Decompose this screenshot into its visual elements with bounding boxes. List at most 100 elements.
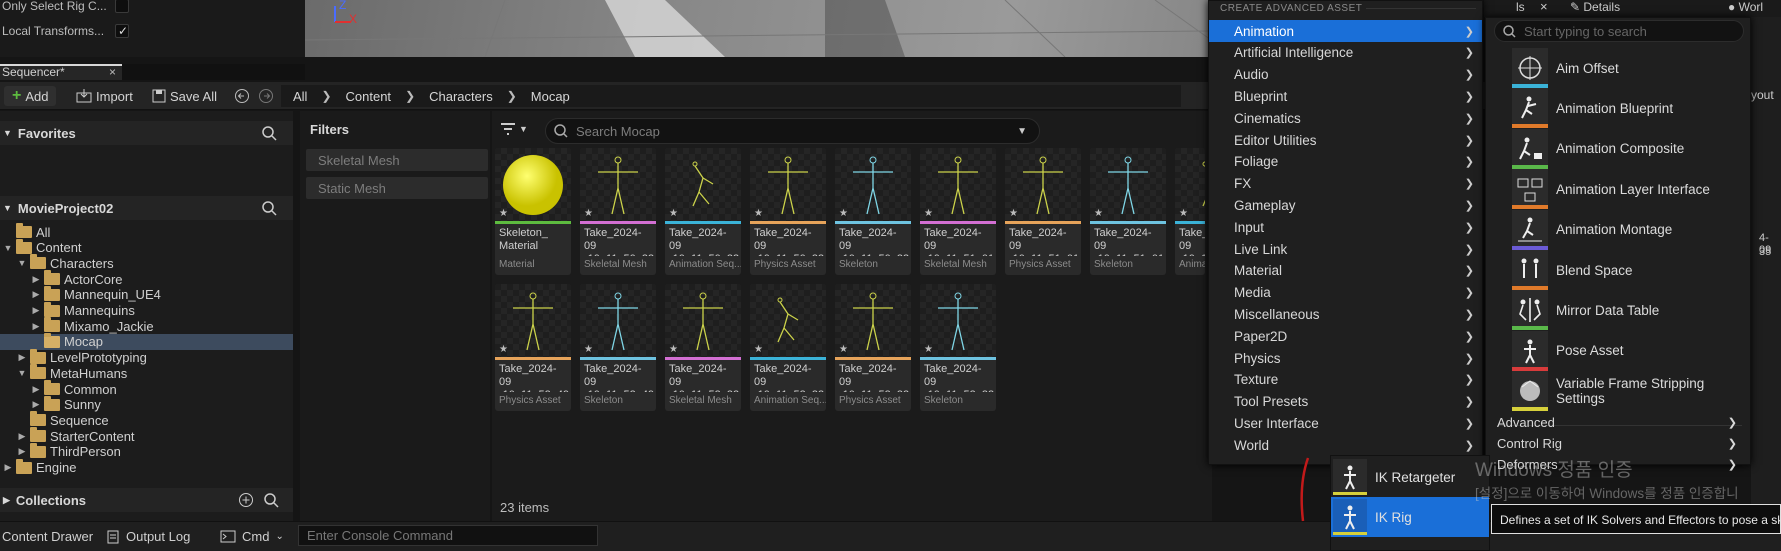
asset-tile[interactable]: ★ Take_2024-09-10_11_53_32 Skeletal Mesh [665,284,741,411]
menu-item-media[interactable]: Media ❯ [1209,282,1482,304]
menu-item-audio[interactable]: Audio ❯ [1209,64,1482,86]
menu-item-artificial-intelligence[interactable]: Artificial Intelligence ❯ [1209,42,1482,64]
menu-item-animation[interactable]: Animation ❯ [1209,20,1482,42]
asset-tile[interactable]: ★ Skeleton_ Material Material [495,148,571,275]
chevron-right-icon[interactable]: ▶ [16,431,28,442]
menu-item-live-link[interactable]: Live Link ❯ [1209,238,1482,260]
only-select-checkbox[interactable] [115,0,129,13]
asset-tile[interactable]: ★ Take_2024-09-10_11_50_33 Physics Asset [750,148,826,275]
back-icon[interactable] [234,88,250,104]
star-icon[interactable]: ★ [754,208,763,219]
asset-tile[interactable]: ★ Take_2024-09-10_11_51_01 Physics Asset [1005,148,1081,275]
submenu-item-blend-space[interactable]: Blend Space [1512,250,1752,290]
menu-item-input[interactable]: Input ❯ [1209,216,1482,238]
tree-item-thirdperson[interactable]: ▶ ThirdPerson [0,442,293,460]
menu-item-physics[interactable]: Physics ❯ [1209,347,1482,369]
submenu-search-input[interactable]: Start typing to search [1494,20,1744,42]
menu-item-miscellaneous[interactable]: Miscellaneous ❯ [1209,303,1482,325]
search-icon[interactable] [262,201,277,216]
content-drawer-button[interactable]: Content Drawer [2,529,93,544]
star-icon[interactable]: ★ [584,208,593,219]
collections-header[interactable]: ▶ Collections [0,488,293,512]
asset-tile[interactable]: ★ Take_2024-09-10_11_50_33 Skeleton [835,148,911,275]
menu-item-blueprint[interactable]: Blueprint ❯ [1209,85,1482,107]
star-icon[interactable]: ★ [839,344,848,355]
tree-item-characters[interactable]: ▼ Characters [0,254,293,271]
breadcrumb-mocap[interactable]: Mocap [531,89,570,104]
filter-static-mesh[interactable]: Static Mesh [306,177,488,199]
chevron-right-icon[interactable]: ▶ [30,289,42,300]
chevron-right-icon[interactable]: ▶ [30,399,42,410]
favorites-header[interactable]: ▼ Favorites [0,121,293,145]
tree-item-common[interactable]: ▶ Common [0,380,293,397]
submenu-item-animation-layer-interface[interactable]: Animation Layer Interface [1512,169,1752,210]
filter-dropdown-button[interactable]: ▼ [500,123,528,135]
tree-item-sequence[interactable]: Sequence [0,411,293,428]
tree-item-actorcore[interactable]: ▶ ActorCore [0,270,293,287]
search-icon[interactable] [264,493,279,508]
star-icon[interactable]: ★ [1094,208,1103,219]
menu-item-cinematics[interactable]: Cinematics ❯ [1209,107,1482,129]
tree-item-all[interactable]: All [0,223,293,240]
asset-tile[interactable]: ★ Take_2024-09-10_11_50_33 Skeletal Mesh [580,148,656,275]
menu-item-editor-utilities[interactable]: Editor Utilities ❯ [1209,129,1482,151]
add-collection-icon[interactable] [238,492,254,508]
star-icon[interactable]: ★ [924,344,933,355]
console-input[interactable]: Enter Console Command [298,525,598,546]
asset-tile[interactable]: ★ Take_2024-09-10_11_51_01 Skeleton [1090,148,1166,275]
menu-item-world[interactable]: World ❯ [1209,434,1482,456]
tree-item-sunny[interactable]: ▶ Sunny [0,395,293,413]
output-log-button[interactable]: Output Log [106,529,190,544]
chevron-down-icon[interactable]: ▼ [16,258,28,268]
menu-item-tool-presets[interactable]: Tool Presets ❯ [1209,391,1482,413]
world-tab[interactable]: ● Worl [1728,0,1763,14]
chevron-right-icon[interactable]: ▶ [30,384,42,395]
star-icon[interactable]: ★ [1179,208,1188,219]
asset-tile[interactable]: ★ Take_2024-09-10_11_52_49 Animation Seq..… [1175,148,1205,275]
import-button[interactable]: Import [76,86,133,106]
chevron-right-icon[interactable]: ▶ [30,274,42,285]
submenu-group-advanced[interactable]: Advanced ❯ [1497,411,1747,433]
star-icon[interactable]: ★ [669,344,678,355]
star-icon[interactable]: ★ [584,344,593,355]
save-all-button[interactable]: Save All [152,86,217,106]
cmd-dropdown[interactable]: Cmd ⌄ [220,529,284,544]
asset-tile[interactable]: ★ Take_2024-09-10_11_52_49 Physics Asset [495,284,571,411]
chevron-right-icon[interactable]: ▶ [30,321,42,332]
forward-icon[interactable] [258,88,274,104]
details-tab[interactable]: ✎ Details [1570,0,1620,14]
breadcrumb-content[interactable]: Content [346,89,392,104]
menu-item-paper2d[interactable]: Paper2D ❯ [1209,325,1482,347]
chevron-right-icon[interactable]: ▶ [16,446,28,457]
tree-item-metahumans[interactable]: ▼ MetaHumans [0,364,293,381]
submenu-item-animation-composite[interactable]: Animation Composite [1512,128,1752,169]
star-icon[interactable]: ★ [499,344,508,355]
local-transforms-checkbox[interactable] [115,24,129,38]
search-input[interactable]: Search Mocap ▼ [545,118,1040,144]
asset-tile[interactable]: ★ Take_2024-09-10_11_52_49 Skeleton [580,284,656,411]
menu-item-texture[interactable]: Texture ❯ [1209,369,1482,391]
submenu-item-pose-asset[interactable]: Pose Asset [1512,330,1752,371]
star-icon[interactable]: ★ [924,208,933,219]
chevron-down-icon[interactable]: ▼ [16,368,28,378]
star-icon[interactable]: ★ [754,344,763,355]
breadcrumb-characters[interactable]: Characters [429,89,493,104]
menu-item-foliage[interactable]: Foliage ❯ [1209,151,1482,173]
star-icon[interactable]: ★ [669,208,678,219]
chevron-down-icon[interactable]: ▼ [2,243,14,253]
close-icon[interactable]: × [1540,0,1548,14]
submenu-group-control-rig[interactable]: Control Rig ❯ [1497,432,1747,454]
level-viewport[interactable]: Z X [305,0,1305,57]
submenu-item-aim-offset[interactable]: Aim Offset [1512,48,1752,88]
filter-skeletal-mesh[interactable]: Skeletal Mesh [306,149,488,171]
tree-item-mannequins[interactable]: ▶ Mannequins [0,301,293,319]
star-icon[interactable]: ★ [499,208,508,219]
asset-tile[interactable]: ★ Take_2024-09-10_11_53_32 Physics Asset [835,284,911,411]
menu-item-user-interface[interactable]: User Interface ❯ [1209,412,1482,434]
asset-tile[interactable]: ★ Take_2024-09-10_11_53_32 Skeleton [920,284,996,411]
star-icon[interactable]: ★ [839,208,848,219]
menu-item-material[interactable]: Material ❯ [1209,260,1482,282]
tree-item-mannequin-ue4[interactable]: ▶ Mannequin_UE4 [0,285,293,303]
tree-item-content[interactable]: ▼ Content [0,238,293,256]
asset-tile[interactable]: ★ Take_2024-09-10_11_51_01 Skeletal Mesh [920,148,996,275]
